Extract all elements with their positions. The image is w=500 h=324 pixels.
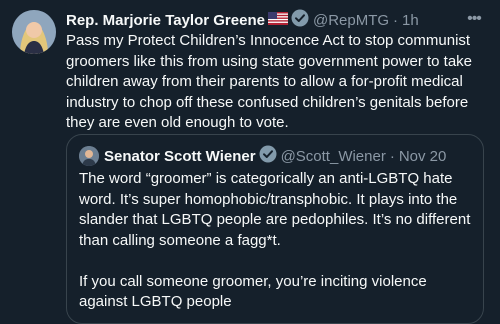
avatar-image	[12, 10, 56, 54]
quoted-author-handle: @Scott_Wiener	[280, 147, 386, 165]
tweet-timestamp[interactable]: 1h	[402, 12, 419, 29]
quoted-government-verified-badge-icon	[259, 145, 277, 167]
author-avatar[interactable]	[12, 10, 56, 54]
us-flag-icon	[267, 11, 288, 29]
government-verified-badge-icon[interactable]	[291, 9, 309, 31]
quoted-tweet-timestamp: Nov 20	[398, 147, 447, 165]
quoted-avatar-image	[79, 146, 99, 166]
more-icon[interactable]: •••	[464, 10, 484, 30]
tweet-text: Pass my Protect Children’s Innocence Act…	[66, 32, 473, 131]
author-name[interactable]: Rep. Marjorie Taylor Greene	[66, 12, 265, 29]
quoted-author-avatar	[79, 146, 99, 166]
quoted-tweet[interactable]: Senator Scott Wiener @Scott_Wiener · Nov…	[66, 134, 484, 324]
tweet[interactable]: Rep. Marjorie Taylor Greene @RepMTG · 1h…	[0, 0, 500, 324]
quoted-author-name: Senator Scott Wiener	[104, 147, 256, 165]
author-handle[interactable]: @RepMTG	[313, 12, 389, 29]
quoted-tweet-text: The word “groomer” is categorically an a…	[79, 170, 471, 310]
tweet-header: Rep. Marjorie Taylor Greene @RepMTG · 1h	[66, 9, 460, 31]
meta-separator: ·	[393, 11, 399, 29]
quoted-tweet-header: Senator Scott Wiener @Scott_Wiener · Nov…	[79, 145, 446, 167]
quoted-meta-separator: ·	[389, 147, 395, 165]
